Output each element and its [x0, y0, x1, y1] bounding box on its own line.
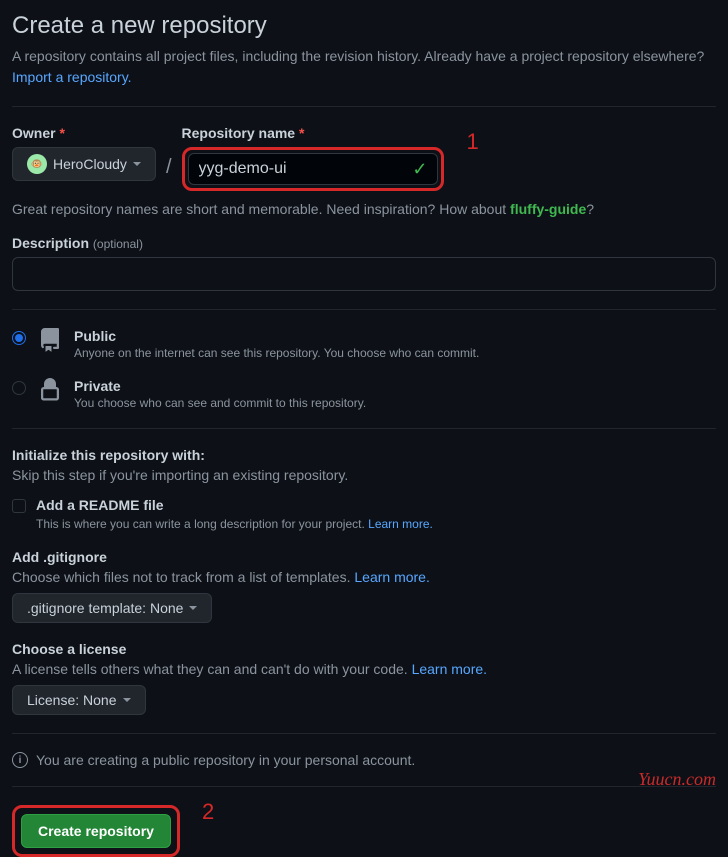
repo-icon: [38, 328, 62, 352]
init-title: Initialize this repository with:: [12, 447, 716, 463]
private-desc: You choose who can see and commit to thi…: [74, 396, 366, 410]
watermark: Yuucn.com: [638, 769, 716, 790]
private-title: Private: [74, 378, 366, 394]
chevron-down-icon: [189, 606, 197, 610]
slash-separator: /: [166, 156, 172, 179]
annotation-2: 2: [202, 799, 214, 825]
repo-name-label: Repository name *: [182, 125, 444, 141]
name-hint: Great repository names are short and mem…: [12, 201, 716, 217]
annotation-1: 1: [467, 129, 479, 155]
repository-name-input[interactable]: [188, 153, 438, 185]
public-radio[interactable]: [12, 331, 26, 345]
description-label: Description (optional): [12, 235, 716, 251]
gitignore-learn-link[interactable]: Learn more.: [354, 569, 429, 585]
divider: [12, 786, 716, 787]
suggestion-link[interactable]: fluffy-guide: [510, 201, 586, 217]
divider: [12, 309, 716, 310]
page-title: Create a new repository: [12, 12, 716, 40]
license-desc: A license tells others what they can and…: [12, 661, 716, 677]
private-radio[interactable]: [12, 381, 26, 395]
gitignore-title: Add .gitignore: [12, 549, 716, 565]
info-icon: i: [12, 752, 28, 768]
avatar: 🐵: [27, 154, 47, 174]
lock-icon: [38, 378, 62, 402]
license-title: Choose a license: [12, 641, 716, 657]
init-sub: Skip this step if you're importing an ex…: [12, 467, 716, 483]
license-dropdown[interactable]: License: None: [12, 685, 146, 715]
readme-label: Add a README file: [36, 497, 164, 513]
readme-checkbox[interactable]: [12, 499, 26, 513]
owner-label: Owner *: [12, 125, 156, 141]
check-icon: ✓: [412, 159, 427, 180]
create-repository-button[interactable]: Create repository: [21, 814, 171, 848]
public-title: Public: [74, 328, 479, 344]
readme-desc: This is where you can write a long descr…: [36, 517, 716, 531]
annotation-box-2: Create repository: [12, 805, 180, 857]
description-input[interactable]: [12, 257, 716, 291]
public-desc: Anyone on the internet can see this repo…: [74, 346, 479, 360]
divider: [12, 733, 716, 734]
readme-learn-link[interactable]: Learn more.: [368, 517, 433, 531]
info-row: i You are creating a public repository i…: [12, 752, 716, 768]
gitignore-desc: Choose which files not to track from a l…: [12, 569, 716, 585]
owner-dropdown[interactable]: 🐵 HeroCloudy: [12, 147, 156, 181]
import-repository-link[interactable]: Import a repository.: [12, 69, 132, 85]
annotation-box-1: ✓: [182, 147, 444, 191]
page-subtitle: A repository contains all project files,…: [12, 46, 716, 88]
license-learn-link[interactable]: Learn more.: [412, 661, 487, 677]
gitignore-dropdown[interactable]: .gitignore template: None: [12, 593, 212, 623]
chevron-down-icon: [123, 698, 131, 702]
divider: [12, 106, 716, 107]
chevron-down-icon: [133, 162, 141, 166]
divider: [12, 428, 716, 429]
